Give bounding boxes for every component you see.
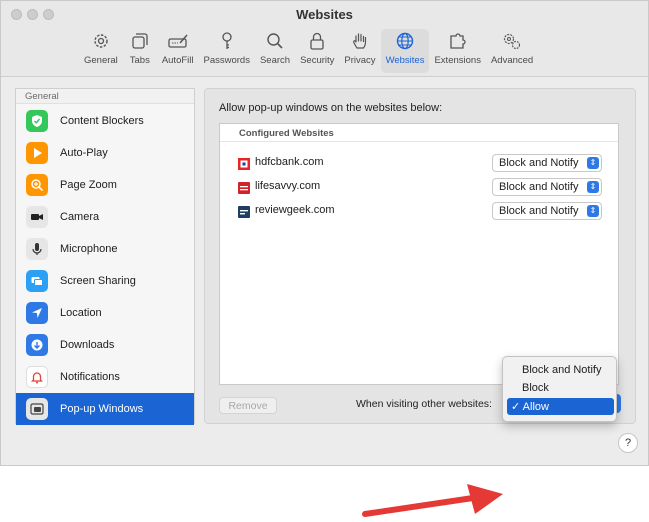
menu-item-label: Allow xyxy=(522,401,549,413)
tab-autofill[interactable]: AutoFill xyxy=(157,29,199,73)
tab-privacy[interactable]: Privacy xyxy=(339,29,380,73)
pane-description: Allow pop-up windows on the websites bel… xyxy=(219,102,443,114)
sidebar-item-auto-play[interactable]: Auto-Play xyxy=(16,137,194,169)
lock-icon xyxy=(305,29,329,53)
screen-sharing-icon xyxy=(26,270,48,292)
sidebar-item-label: Location xyxy=(60,307,102,319)
sidebar-item-screen-sharing[interactable]: Screen Sharing xyxy=(16,265,194,297)
sidebar-item-location[interactable]: Location xyxy=(16,297,194,329)
tab-extensions[interactable]: Extensions xyxy=(429,29,485,73)
window-title: Websites xyxy=(296,7,353,22)
website-name: lifesavvy.com xyxy=(255,180,321,192)
tabs-icon xyxy=(128,29,152,53)
tab-search[interactable]: Search xyxy=(255,29,295,73)
sidebar-item-label: Notifications xyxy=(60,371,120,383)
list-header: Configured Websites xyxy=(220,124,618,142)
table-row[interactable]: lifesavvy.com Block and Notify ⇕ xyxy=(220,176,618,198)
gear-icon xyxy=(89,29,113,53)
menu-item-block-and-notify[interactable]: Block and Notify xyxy=(507,362,614,379)
select-value: Block and Notify xyxy=(499,157,579,169)
tab-label: General xyxy=(84,55,118,66)
reviewgeek-favicon xyxy=(238,205,250,218)
sidebar-item-label: Pop-up Windows xyxy=(60,403,144,415)
select-value: Block and Notify xyxy=(499,181,579,193)
tab-passwords[interactable]: Passwords xyxy=(199,29,255,73)
help-button[interactable]: ? xyxy=(618,433,638,453)
checkmark-icon: ✓ xyxy=(511,401,521,413)
tab-label: AutoFill xyxy=(161,55,194,66)
menu-item-allow[interactable]: ✓ Allow xyxy=(507,398,614,415)
website-name: reviewgeek.com xyxy=(255,204,335,216)
sidebar: General Content Blockers Auto-Play Page … xyxy=(15,88,195,425)
sidebar-item-content-blockers[interactable]: Content Blockers xyxy=(16,105,194,137)
remove-button[interactable]: Remove xyxy=(219,397,277,414)
chevron-updown-icon: ⇕ xyxy=(587,205,599,217)
tab-general[interactable]: General xyxy=(79,29,123,73)
table-row[interactable]: reviewgeek.com Block and Notify ⇕ xyxy=(220,200,618,222)
hand-icon xyxy=(348,29,372,53)
chevron-updown-icon: ⇕ xyxy=(587,181,599,193)
tab-tabs[interactable]: Tabs xyxy=(123,29,157,73)
tab-advanced[interactable]: Advanced xyxy=(486,29,538,73)
tab-label: Search xyxy=(259,55,291,66)
sidebar-item-label: Auto-Play xyxy=(60,147,108,159)
gears-icon xyxy=(500,29,524,53)
lifesavvy-favicon xyxy=(238,181,250,194)
annotation-arrow xyxy=(362,484,503,517)
tab-label: Tabs xyxy=(129,55,150,66)
bell-icon xyxy=(26,366,48,388)
select-value: Block and Notify xyxy=(499,205,579,217)
play-icon xyxy=(26,142,48,164)
tab-label: Websites xyxy=(385,55,425,66)
sidebar-item-label: Microphone xyxy=(60,243,118,255)
tab-label: Extensions xyxy=(434,55,481,66)
puzzle-icon xyxy=(446,29,470,53)
tab-label: Passwords xyxy=(203,55,250,66)
sidebar-item-microphone[interactable]: Microphone xyxy=(16,233,194,265)
tab-websites[interactable]: Websites xyxy=(380,29,430,73)
sidebar-item-downloads[interactable]: Downloads xyxy=(16,329,194,361)
website-setting-select[interactable]: Block and Notify ⇕ xyxy=(492,154,602,172)
tab-label: Advanced xyxy=(490,55,534,66)
popup-windows-icon xyxy=(26,398,48,420)
website-name: hdfcbank.com xyxy=(255,156,324,168)
chevron-updown-icon: ⇕ xyxy=(587,157,599,169)
configured-websites-list: Configured Websites hdfcbank.com Block a… xyxy=(219,123,619,385)
menu-item-block[interactable]: Block xyxy=(507,380,614,397)
autofill-icon xyxy=(166,29,190,53)
sidebar-item-page-zoom[interactable]: Page Zoom xyxy=(16,169,194,201)
microphone-icon xyxy=(26,238,48,260)
shield-check-icon xyxy=(26,110,48,132)
tab-label: Security xyxy=(300,55,335,66)
sidebar-item-label: Screen Sharing xyxy=(60,275,136,287)
other-websites-label: When visiting other websites: xyxy=(356,398,492,410)
zoom-icon xyxy=(26,174,48,196)
sidebar-item-label: Content Blockers xyxy=(60,115,144,127)
camera-icon xyxy=(26,206,48,228)
sidebar-item-label: Page Zoom xyxy=(60,179,117,191)
sidebar-item-notifications[interactable]: Notifications xyxy=(16,361,194,393)
search-icon xyxy=(263,29,287,53)
website-setting-select[interactable]: Block and Notify ⇕ xyxy=(492,202,602,220)
other-websites-popup-menu: Block and Notify Block ✓ Allow xyxy=(502,356,617,422)
location-arrow-icon xyxy=(26,302,48,324)
hdfc-favicon xyxy=(238,157,250,170)
website-setting-select[interactable]: Block and Notify ⇕ xyxy=(492,178,602,196)
tab-security[interactable]: Security xyxy=(295,29,339,73)
title-bar: Websites General Tabs AutoFill Passwords… xyxy=(1,1,648,77)
sidebar-item-label: Camera xyxy=(60,211,100,223)
table-row[interactable]: hdfcbank.com Block and Notify ⇕ xyxy=(220,152,618,174)
download-icon xyxy=(26,334,48,356)
key-icon xyxy=(215,29,239,53)
tab-label: Privacy xyxy=(344,55,376,66)
sidebar-item-label: Downloads xyxy=(60,339,115,351)
sidebar-item-popup-windows[interactable]: Pop-up Windows xyxy=(16,393,194,425)
safari-preferences-window: Websites General Tabs AutoFill Passwords… xyxy=(0,0,649,517)
preferences-toolbar: General Tabs AutoFill Passwords Search S… xyxy=(79,29,538,73)
sidebar-item-camera[interactable]: Camera xyxy=(16,201,194,233)
globe-icon xyxy=(393,29,417,53)
sidebar-section-header: General xyxy=(16,89,194,104)
